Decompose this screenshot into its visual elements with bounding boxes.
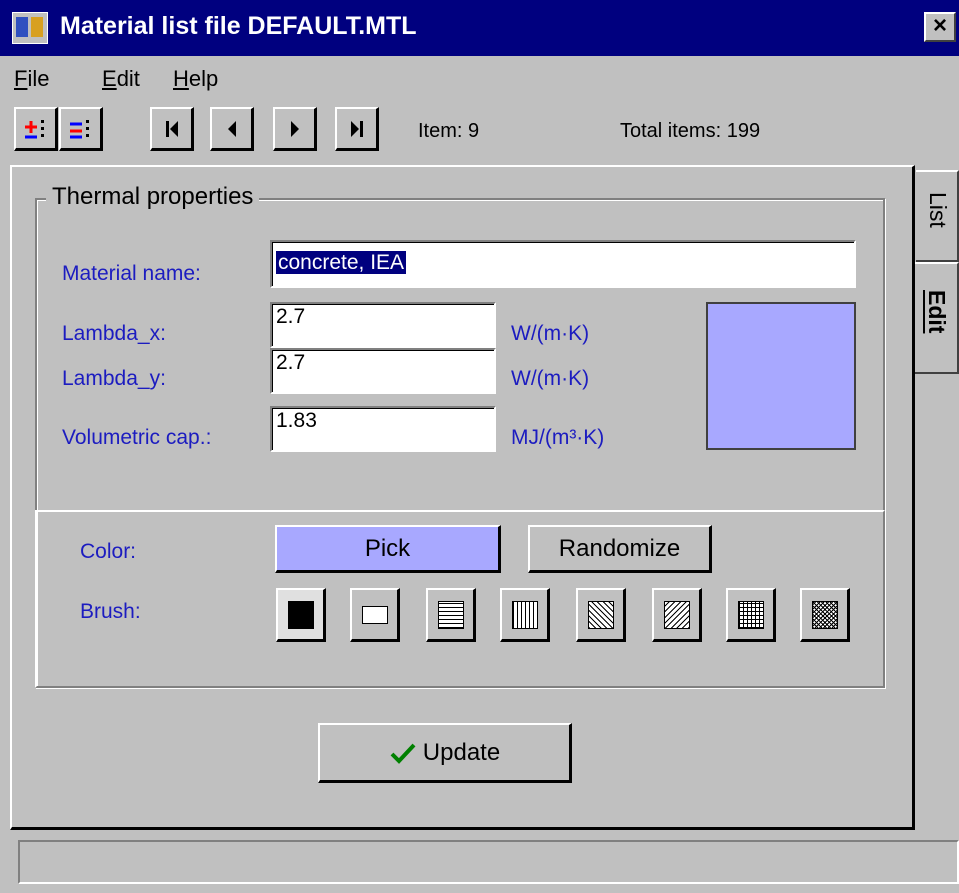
lambda-y-field[interactable]: 2.7 [270, 348, 496, 394]
pick-color-button[interactable]: Pick [275, 525, 501, 573]
lambda-y-unit: W/(m·K) [511, 367, 590, 390]
forward-diagonal-hatch-icon [587, 600, 614, 629]
app-icon [12, 12, 48, 44]
lambda-y-label: Lambda_y: [62, 367, 166, 390]
vertical-hatch-icon [511, 600, 538, 629]
next-icon [290, 120, 299, 137]
lambda-x-unit: W/(m·K) [511, 322, 590, 345]
insert-item-icon [24, 119, 44, 138]
delete-item-icon [69, 119, 89, 138]
menu-help[interactable]: Help [173, 66, 218, 92]
delete-item-button[interactable] [59, 107, 103, 151]
brush-diagcross-button[interactable] [800, 588, 850, 642]
first-item-button[interactable] [150, 107, 194, 151]
previous-item-button[interactable] [210, 107, 254, 151]
tab-list[interactable]: List [916, 170, 959, 262]
material-name-field[interactable]: concrete, IEA [270, 240, 856, 288]
brush-cross-button[interactable] [726, 588, 776, 642]
backward-diagonal-hatch-icon [663, 600, 690, 629]
volumetric-cap-label: Volumetric cap.: [62, 426, 212, 449]
randomize-button[interactable]: Randomize [528, 525, 712, 573]
total-items-indicator: Total items: 199 [620, 120, 761, 142]
cross-hatch-icon [737, 600, 764, 629]
next-item-button[interactable] [273, 107, 317, 151]
checkmark-icon [390, 743, 416, 764]
brush-vertical-button[interactable] [500, 588, 550, 642]
first-icon [165, 120, 178, 137]
close-button[interactable]: × [924, 12, 956, 42]
brush-label: Brush: [80, 600, 141, 623]
brush-solid-button[interactable] [276, 588, 326, 642]
update-button[interactable]: Update [318, 723, 572, 783]
lambda-x-field[interactable]: 2.7 [270, 302, 496, 348]
diagonal-cross-hatch-icon [811, 600, 838, 629]
lambda-x-label: Lambda_x: [62, 322, 166, 345]
item-indicator: Item: 9 [418, 120, 480, 142]
tab-edit[interactable]: Edit [915, 262, 959, 374]
solid-brush-icon [287, 600, 314, 629]
previous-icon [227, 120, 236, 137]
hollow-brush-icon [361, 605, 388, 624]
update-label: Update [422, 738, 501, 766]
volumetric-cap-field[interactable]: 1.83 [270, 406, 496, 452]
tab-edit-label: Edit [924, 290, 950, 334]
color-preview [706, 302, 856, 450]
brush-fdiagonal-button[interactable] [576, 588, 626, 642]
last-icon [350, 120, 363, 137]
brush-hollow-button[interactable] [350, 588, 400, 642]
status-bar [18, 840, 959, 884]
tab-list-label: List [925, 192, 951, 228]
window-title: Material list file DEFAULT.MTL [60, 12, 417, 40]
brush-bdiagonal-button[interactable] [652, 588, 702, 642]
color-label: Color: [80, 540, 137, 563]
menu-file[interactable]: File [14, 66, 49, 92]
material-name-label: Material name: [62, 262, 201, 285]
insert-item-button[interactable] [14, 107, 58, 151]
volumetric-cap-unit: MJ/(m³·K) [511, 426, 605, 449]
horizontal-hatch-icon [437, 600, 464, 629]
menu-edit[interactable]: Edit [102, 66, 140, 92]
group-title: Thermal properties [46, 183, 260, 211]
material-name-value: concrete, IEA [276, 251, 407, 274]
last-item-button[interactable] [335, 107, 379, 151]
brush-horizontal-button[interactable] [426, 588, 476, 642]
